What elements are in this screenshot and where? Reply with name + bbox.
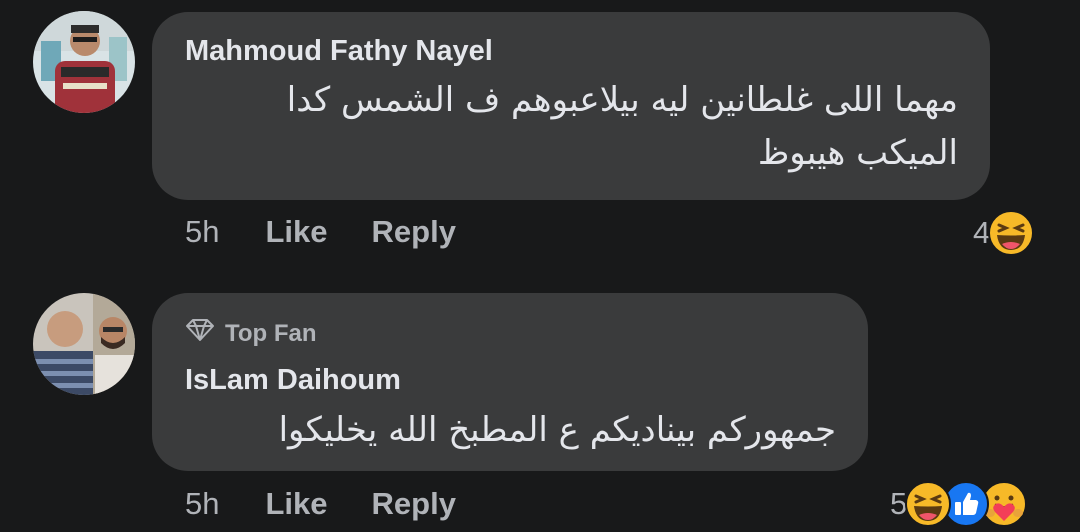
reaction-summary[interactable]: 4 bbox=[973, 210, 1035, 256]
comment-author[interactable]: IsLam Daihoum bbox=[185, 364, 401, 397]
comment-text: جمهوركم بيناديكم ع المطبخ الله يخليكوا bbox=[278, 410, 836, 450]
avatar[interactable] bbox=[33, 293, 135, 395]
top-fan-badge: Top Fan bbox=[185, 318, 317, 349]
like-button[interactable]: Like bbox=[265, 214, 327, 250]
reaction-summary[interactable]: 5 bbox=[890, 481, 1028, 527]
reply-button[interactable]: Reply bbox=[372, 214, 456, 250]
comment-timestamp[interactable]: 5h bbox=[185, 486, 219, 522]
haha-icon bbox=[988, 210, 1035, 256]
reply-button[interactable]: Reply bbox=[372, 486, 456, 522]
like-button[interactable]: Like bbox=[265, 486, 327, 522]
comment-text: الميكب هيبوظ bbox=[757, 133, 958, 173]
comment-actions: 5h Like Reply bbox=[185, 486, 500, 522]
comment-actions: 5h Like Reply bbox=[185, 214, 500, 250]
comment-timestamp[interactable]: 5h bbox=[185, 214, 219, 250]
comment-text: مهما اللى غلطانين ليه بيلاعبوهم ف الشمس … bbox=[286, 80, 958, 120]
comment-author[interactable]: Mahmoud Fathy Nayel bbox=[185, 35, 493, 68]
haha-icon bbox=[905, 481, 952, 527]
diamond-icon bbox=[185, 318, 215, 349]
avatar[interactable] bbox=[33, 11, 135, 113]
badge-label: Top Fan bbox=[225, 319, 317, 347]
